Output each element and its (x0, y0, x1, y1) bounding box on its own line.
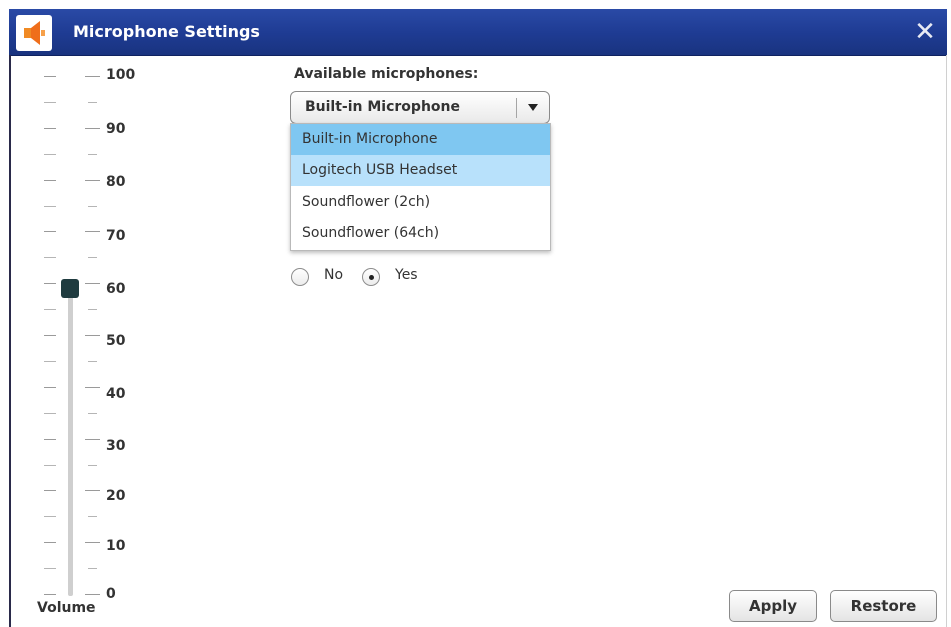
chevron-down-icon[interactable] (528, 104, 538, 111)
radio-no[interactable] (291, 268, 309, 286)
scale-tick (44, 154, 56, 155)
volume-label: Volume (37, 600, 96, 616)
scale-tick (85, 335, 100, 336)
scale-tick (85, 283, 100, 284)
scale-tick (85, 490, 100, 491)
window-right-border (946, 55, 947, 627)
scale-tick (44, 309, 56, 310)
scale-tick (44, 568, 56, 569)
scale-tick (44, 180, 56, 181)
menu-item-logitech-usb-headset[interactable]: Logitech USB Headset (291, 155, 550, 186)
scale-tick (44, 387, 56, 388)
radio-no-label: No (324, 267, 344, 283)
scale-label: 30 (106, 438, 126, 454)
scale-tick (44, 231, 56, 232)
volume-slider-track[interactable] (68, 288, 73, 596)
scale-tick (88, 568, 97, 569)
microphone-options-menu: Built-in Microphone Logitech USB Headset… (290, 123, 551, 251)
scale-tick (85, 180, 100, 181)
scale-label: 70 (106, 228, 126, 244)
scale-label: 90 (106, 121, 126, 137)
scale-tick (44, 361, 56, 362)
title-bar[interactable]: Microphone Settings ✕ (9, 9, 947, 56)
scale-tick (44, 206, 56, 207)
scale-tick (85, 542, 100, 543)
microphone-select[interactable]: Built-in Microphone (290, 91, 550, 124)
scale-tick (44, 542, 56, 543)
menu-item-soundflower-2ch[interactable]: Soundflower (2ch) (291, 187, 550, 218)
microphones-label: Available microphones: (294, 66, 479, 82)
scale-tick (44, 335, 56, 336)
scale-tick (85, 387, 100, 388)
select-divider (516, 98, 517, 118)
scale-tick (85, 76, 100, 77)
scale-tick (44, 490, 56, 491)
selected-microphone: Built-in Microphone (305, 99, 460, 115)
radio-selected-dot (369, 275, 374, 280)
scale-label: 60 (106, 281, 126, 297)
close-icon[interactable]: ✕ (912, 19, 938, 45)
scale-tick (44, 516, 56, 517)
menu-item-soundflower-64ch[interactable]: Soundflower (64ch) (291, 218, 550, 249)
scale-tick (88, 257, 97, 258)
scale-label: 40 (106, 386, 126, 402)
scale-tick (44, 594, 56, 595)
scale-label: 20 (106, 488, 126, 504)
microphone-settings-dialog: Microphone Settings ✕ 100 90 80 70 60 50… (0, 0, 951, 627)
scale-label: 10 (106, 538, 126, 554)
scale-tick (44, 465, 56, 466)
window-left-border (9, 55, 11, 627)
scale-tick (88, 154, 97, 155)
scale-tick (44, 413, 56, 414)
scale-tick (44, 283, 56, 284)
scale-tick (44, 76, 56, 77)
scale-tick (88, 206, 97, 207)
speaker-icon (16, 15, 52, 51)
scale-tick (88, 465, 97, 466)
apply-button[interactable]: Apply (729, 590, 817, 622)
radio-yes-label: Yes (395, 267, 418, 283)
scale-tick (85, 231, 100, 232)
scale-tick (88, 102, 97, 103)
scale-label: 100 (106, 67, 136, 83)
scale-tick (85, 439, 100, 440)
scale-tick (44, 257, 56, 258)
radio-yes[interactable] (362, 268, 380, 286)
scale-tick (44, 128, 56, 129)
scale-tick (88, 516, 97, 517)
scale-tick (44, 439, 56, 440)
scale-label: 50 (106, 333, 126, 349)
restore-button[interactable]: Restore (830, 590, 937, 622)
scale-tick (85, 128, 100, 129)
menu-item-built-in-microphone[interactable]: Built-in Microphone (291, 124, 550, 155)
volume-slider-thumb[interactable] (61, 279, 79, 298)
scale-label: 80 (106, 174, 126, 190)
scale-tick (88, 413, 97, 414)
scale-tick (88, 361, 97, 362)
scale-label: 0 (106, 586, 116, 602)
scale-tick (85, 594, 100, 595)
dialog-title: Microphone Settings (73, 22, 260, 41)
scale-tick (88, 309, 97, 310)
scale-tick (44, 102, 56, 103)
